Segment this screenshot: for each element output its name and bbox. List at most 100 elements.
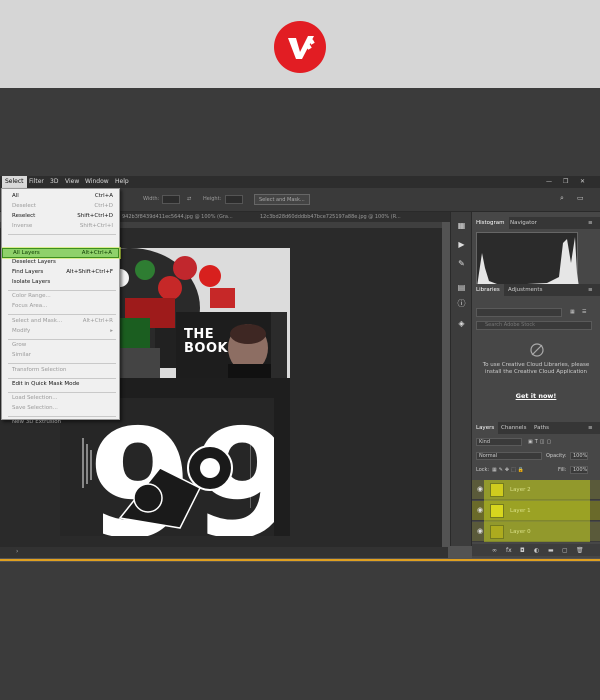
filter-kind-label: Kind	[479, 439, 491, 445]
workspace-icon[interactable]: ▭	[577, 194, 584, 202]
lock-label: Lock:	[476, 467, 490, 473]
layers-panel-tabs: Layers Channels Paths ≡	[472, 422, 600, 434]
menu-item-modify[interactable]: Modify ▸	[2, 327, 119, 337]
width-field[interactable]	[162, 195, 180, 204]
opacity-field[interactable]: 100%	[570, 452, 588, 460]
cc-install-message: To use Creative Cloud Libraries, please …	[482, 362, 590, 375]
new-layer-icon[interactable]: ▢	[562, 547, 568, 554]
panel-menu-icon[interactable]: ≡	[588, 220, 593, 226]
histogram-panel-icon[interactable]: ▦	[456, 220, 467, 231]
menu-item-reselect[interactable]: Reselect Shift+Ctrl+D	[2, 212, 119, 222]
height-label: Height:	[203, 196, 222, 202]
tab-channels[interactable]: Channels	[501, 425, 526, 431]
get-it-now-link[interactable]: Get it now!	[472, 392, 600, 400]
menu-view[interactable]: View	[65, 178, 79, 185]
width-label: Width:	[143, 196, 160, 202]
link-icon[interactable]: ∞	[492, 547, 497, 554]
menu-3d[interactable]: 3D	[50, 178, 58, 185]
tab-layers[interactable]: Layers	[472, 422, 499, 434]
menu-item-similar[interactable]: Similar	[2, 351, 119, 361]
menu-item-quick-mask[interactable]: Edit in Quick Mask Mode	[2, 380, 119, 390]
menu-item-all-layers[interactable]: All Layers Alt+Ctrl+A	[2, 248, 119, 258]
restore-icon[interactable]: ❐	[563, 178, 568, 185]
menu-filter[interactable]: Filter	[29, 178, 44, 185]
info-icon[interactable]: ⓘ	[456, 298, 467, 309]
menu-item-focus-area[interactable]: Focus Area...	[2, 302, 119, 312]
menu-item-color-range[interactable]: Color Range...	[2, 292, 119, 302]
menu-item-deselect-layers[interactable]: Deselect Layers	[2, 258, 119, 268]
tab-paths[interactable]: Paths	[534, 425, 549, 431]
book-title: THE BOOK	[184, 327, 229, 356]
menu-item-new-3d-extrusion[interactable]: New 3D Extrusion	[2, 418, 119, 426]
menu-item-save-selection[interactable]: Save Selection...	[2, 404, 119, 414]
menu-item-transform-selection[interactable]: Transform Selection	[2, 366, 119, 376]
layers-panel: Layers Channels Paths ≡ Kind ▣T◫▢ Normal…	[472, 422, 600, 558]
brand-logo	[274, 21, 326, 73]
menu-help[interactable]: Help	[115, 178, 129, 185]
eye-icon[interactable]: ◉	[477, 486, 484, 493]
fill-field[interactable]: 100%	[570, 466, 588, 474]
menu-window[interactable]: Window	[85, 178, 109, 185]
tab-navigator[interactable]: Navigator	[510, 220, 537, 226]
library-search-input[interactable]: Search Adobe Stock	[476, 321, 592, 330]
histogram-graph	[476, 232, 579, 287]
menu-select[interactable]: Select	[2, 176, 27, 188]
tab-histogram[interactable]: Histogram	[472, 217, 509, 229]
menu-item-find-layers[interactable]: Find Layers Alt+Shift+Ctrl+F	[2, 268, 119, 278]
filter-icons[interactable]: ▣T◫▢	[528, 439, 553, 445]
menu-bar: Select Filter 3D View Window Help — ❐ ✕	[0, 176, 600, 188]
select-menu-dropdown: All Ctrl+A Deselect Ctrl+D Reselect Shift+C…	[1, 188, 121, 425]
libraries-panel-header: Libraries Adjustments ≡	[472, 284, 600, 296]
opacity-value: 100%	[573, 453, 588, 459]
height-field[interactable]	[225, 195, 243, 204]
menu-item-all[interactable]: All Ctrl+A	[2, 192, 119, 202]
status-bar: ›	[0, 547, 448, 558]
fill-value: 100%	[573, 467, 588, 473]
doc-tab-2[interactable]: 12c3bd28d60dddbb47bce725197a88e.jpg @ 10…	[260, 214, 401, 220]
mask-icon[interactable]: ◘	[520, 547, 525, 554]
layer-filter-select[interactable]: Kind	[476, 438, 522, 446]
photoshop-window: Select Filter 3D View Window Help — ❐ ✕ …	[0, 176, 600, 562]
lock-icons[interactable]: ▦✎✥⬚🔒	[492, 467, 526, 473]
menu-item-isolate-layers[interactable]: Isolate Layers	[2, 278, 119, 288]
select-and-mask-button[interactable]: Select and Mask...	[254, 194, 310, 205]
list-view-icon[interactable]: ☰	[582, 309, 586, 315]
menu-item-grow[interactable]: Grow	[2, 341, 119, 351]
doc-tab-1[interactable]: 942b3f8439d411ec5644.jpg @ 100% (Gra...	[122, 214, 233, 220]
libraries-icon[interactable]: ▤	[456, 282, 467, 293]
trash-icon[interactable]: 🗑	[576, 547, 584, 554]
eye-icon[interactable]: ◉	[477, 507, 484, 514]
search-icon[interactable]: ⌕	[560, 194, 564, 203]
tab-libraries[interactable]: Libraries	[472, 284, 504, 296]
panel-menu-icon[interactable]: ≡	[588, 425, 593, 431]
menu-item-select-and-mask[interactable]: Select and Mask... Alt+Ctrl+R	[2, 317, 119, 327]
panel-menu-icon[interactable]: ≡	[588, 287, 593, 293]
library-dropdown[interactable]	[476, 308, 562, 317]
menu-item-load-selection[interactable]: Load Selection...	[2, 394, 119, 404]
brush-icon[interactable]: ✎	[456, 258, 467, 269]
blend-mode-select[interactable]: Normal	[476, 452, 542, 460]
menu-item-deselect[interactable]: Deselect Ctrl+D	[2, 202, 119, 212]
document-tabs: 942b3f8439d411ec5644.jpg @ 100% (Gra... …	[120, 212, 450, 222]
accent-line	[0, 559, 600, 561]
layers-icon[interactable]: ◈	[456, 318, 467, 329]
fill-label: Fill:	[558, 467, 567, 473]
layer-highlight	[484, 480, 590, 542]
fx-icon[interactable]: fx	[506, 547, 512, 554]
tab-adjustments[interactable]: Adjustments	[508, 287, 542, 293]
minimize-icon[interactable]: —	[546, 178, 552, 185]
creative-cloud-icon	[530, 342, 544, 357]
folder-icon[interactable]: ▬	[548, 547, 554, 554]
menu-item-inverse[interactable]: Inverse Shift+Ctrl+I	[2, 222, 119, 232]
panel-tool-column: ▦ ▶ ✎ ▤ ⓘ ◈	[450, 212, 472, 546]
layers-bottom-bar: ∞ fx ◘ ◐ ▬ ▢ 🗑	[472, 544, 600, 556]
close-icon[interactable]: ✕	[580, 178, 585, 185]
opacity-label: Opacity:	[546, 453, 567, 459]
play-icon[interactable]: ▶	[456, 239, 467, 250]
adjustment-icon[interactable]: ◐	[534, 547, 539, 554]
blend-mode-value: Normal	[479, 453, 498, 459]
grid-view-icon[interactable]: ▦	[570, 309, 575, 315]
swap-icon[interactable]: ⇄	[187, 196, 191, 202]
eye-icon[interactable]: ◉	[477, 528, 484, 535]
chevron-right-icon[interactable]: ›	[16, 548, 18, 555]
